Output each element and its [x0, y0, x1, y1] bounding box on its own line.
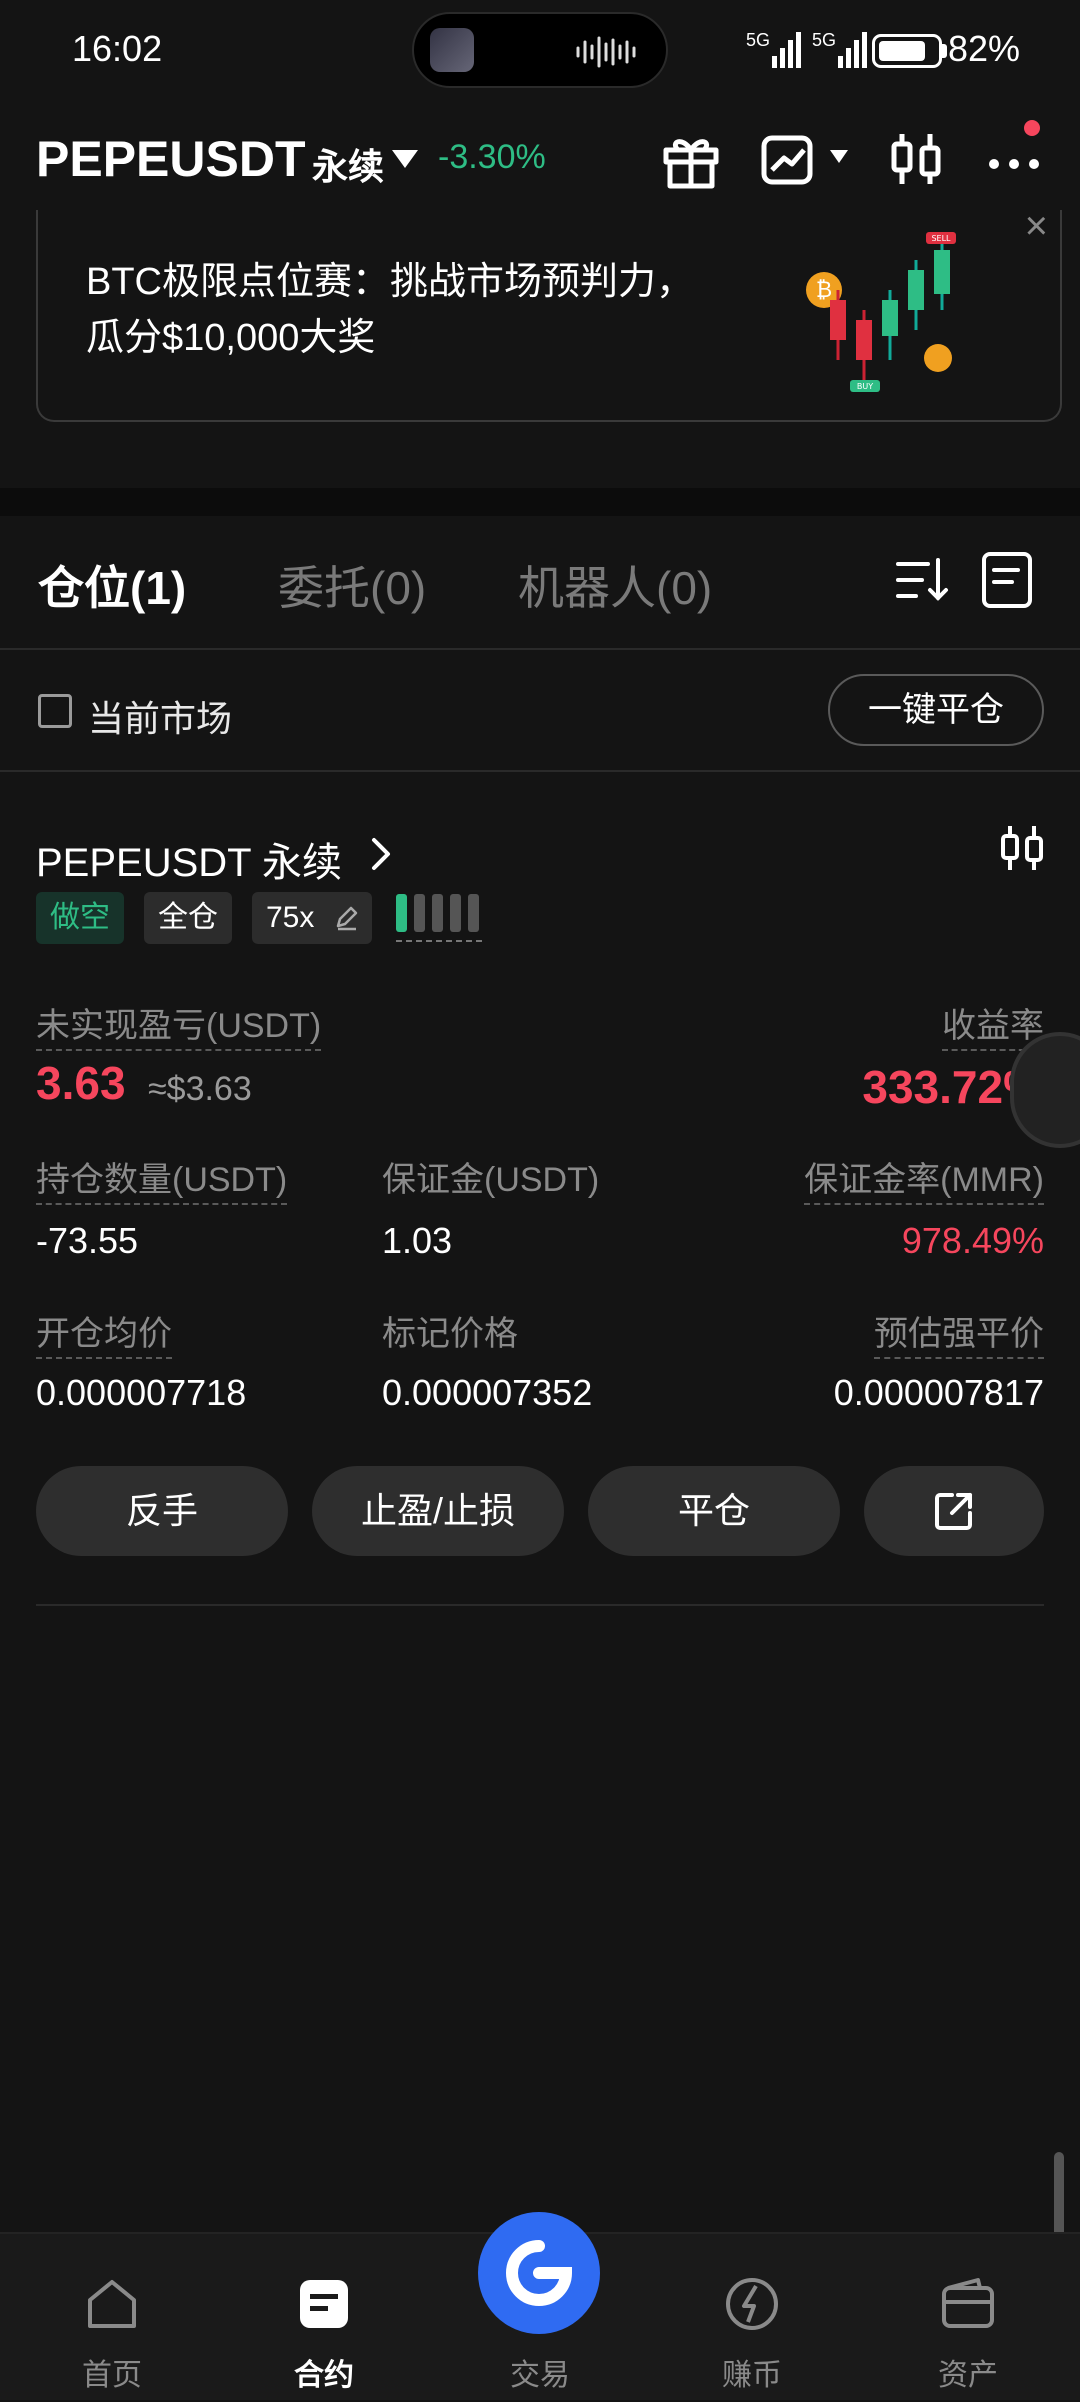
candlestick-illustration-icon: ₿ SELL BUY [806, 232, 956, 392]
unrealized-pnl-label[interactable]: 未实现盈亏(USDT) [36, 998, 322, 1051]
mmr-value: 978.49% [901, 1220, 1044, 1261]
art-buy-label: BUY [857, 382, 873, 391]
futures-icon [300, 2280, 348, 2328]
risk-bar [450, 894, 461, 932]
battery-icon [872, 34, 942, 68]
nav-assets[interactable]: 资产 [898, 2234, 1038, 2402]
battery-tip [942, 44, 947, 58]
chevron-right-icon[interactable] [364, 836, 400, 872]
position-size-label[interactable]: 持仓数量(USDT) [36, 1152, 288, 1205]
floating-overlay-button[interactable] [1010, 1032, 1080, 1148]
battery-fill [879, 41, 925, 61]
current-market-checkbox[interactable] [38, 694, 72, 728]
unrealized-pnl-usd: ≈$3.63 [148, 1070, 252, 1108]
market-header: PEPEUSDT 永续 -3.30% [0, 110, 1080, 210]
contract-type[interactable]: 永续 [312, 138, 384, 190]
banner-text: BTC极限点位赛：挑战市场预判力，瓜分$10,000大奖 [86, 261, 695, 359]
close-all-button[interactable]: 一键平仓 [828, 674, 1044, 746]
art-sell-label: SELL [931, 234, 951, 243]
symbol-name[interactable]: PEPEUSDT [36, 130, 306, 188]
signal-5g-label-1: 5G [746, 30, 771, 50]
tpsl-button[interactable]: 止盈/止损 [312, 1466, 564, 1556]
notification-dot [1024, 120, 1040, 136]
signal-bars-icon [838, 32, 867, 68]
entry-price-value: 0.000007718 [36, 1372, 247, 1413]
filter-row: 当前市场 一键平仓 [0, 652, 1080, 772]
mmr-label[interactable]: 保证金率(MMR) [804, 1152, 1044, 1205]
leverage-value: 75x [266, 901, 315, 934]
nav-assets-label: 资产 [938, 2359, 998, 2392]
battery-percent: 82% [948, 28, 1021, 69]
mark-price-label: 标记价格 [382, 1315, 518, 1353]
share-external-icon [935, 1493, 972, 1530]
card-divider [36, 1604, 1044, 1606]
risk-bar [468, 894, 479, 932]
nav-home-label: 首页 [82, 2359, 142, 2392]
reverse-button[interactable]: 反手 [36, 1466, 288, 1556]
liq-price-label[interactable]: 预估强平价 [874, 1306, 1044, 1359]
current-market-label[interactable]: 当前市场 [88, 690, 232, 742]
side-tag: 做空 [36, 892, 124, 944]
position-size-value: -73.55 [36, 1220, 139, 1261]
home-icon [88, 2280, 136, 2328]
risk-bar [414, 894, 425, 932]
price-change: -3.30% [438, 138, 546, 176]
close-position-button[interactable]: 平仓 [588, 1466, 840, 1556]
signal-5g-label-2: 5G [812, 30, 837, 50]
section-separator [0, 488, 1080, 516]
audio-wave-icon [576, 36, 636, 68]
unrealized-pnl-value: 3.63 [36, 1057, 126, 1109]
signal-bars-icon [772, 32, 801, 68]
caret-down-icon[interactable] [392, 150, 418, 168]
edit-pencil-icon[interactable] [332, 904, 360, 932]
nav-futures-label: 合约 [294, 2359, 354, 2392]
trade-center-button[interactable] [478, 2212, 600, 2334]
nav-earn[interactable]: 赚币 [682, 2234, 822, 2402]
sort-icon[interactable] [892, 550, 952, 610]
liq-price-value: 0.000007817 [833, 1372, 1044, 1413]
media-thumbnail [430, 28, 474, 72]
leverage-tag[interactable]: 75x [252, 892, 372, 944]
entry-price-label[interactable]: 开仓均价 [36, 1306, 172, 1359]
margin-label: 保证金(USDT) [382, 1161, 600, 1199]
margin-value: 1.03 [382, 1220, 453, 1261]
margin-mode-tag[interactable]: 全仓 [144, 892, 232, 944]
candlestick-icon[interactable] [882, 124, 952, 194]
history-document-icon[interactable] [978, 550, 1038, 610]
earn-icon [726, 2278, 778, 2330]
trade-logo-icon [506, 2240, 573, 2306]
more-icon[interactable] [980, 124, 1050, 194]
banner-close-icon[interactable]: × [1025, 204, 1048, 249]
risk-level-indicator[interactable] [396, 894, 482, 942]
tab-bots[interactable]: 机器人(0) [518, 552, 712, 618]
share-button[interactable] [864, 1466, 1044, 1556]
mark-price-value: 0.000007352 [382, 1372, 593, 1413]
chart-trend-icon[interactable] [756, 124, 826, 194]
risk-bar [396, 894, 407, 932]
gift-icon[interactable] [656, 124, 726, 194]
risk-bar [432, 894, 443, 932]
tab-positions[interactable]: 仓位(1) [38, 552, 186, 618]
status-bar: 16:02 5G 5G 82% [0, 0, 1080, 100]
candlestick-icon[interactable] [994, 820, 1050, 876]
tab-orders[interactable]: 委托(0) [278, 552, 426, 618]
wallet-icon [942, 2278, 994, 2328]
promo-banner[interactable]: BTC极限点位赛：挑战市场预判力，瓜分$10,000大奖 × ₿ SELL BU… [36, 204, 1062, 422]
nav-home[interactable]: 首页 [42, 2234, 182, 2402]
dynamic-island[interactable] [412, 12, 668, 88]
position-title[interactable]: PEPEUSDT 永续 [36, 830, 342, 888]
nav-trade-label: 交易 [510, 2359, 570, 2392]
position-tabs: 仓位(1) 委托(0) 机器人(0) [0, 516, 1080, 650]
status-time: 16:02 [72, 28, 163, 69]
chart-type-caret-icon[interactable] [830, 150, 848, 163]
svg-text:₿: ₿ [816, 278, 832, 303]
nav-futures[interactable]: 合约 [254, 2234, 394, 2402]
nav-earn-label: 赚币 [722, 2359, 782, 2392]
